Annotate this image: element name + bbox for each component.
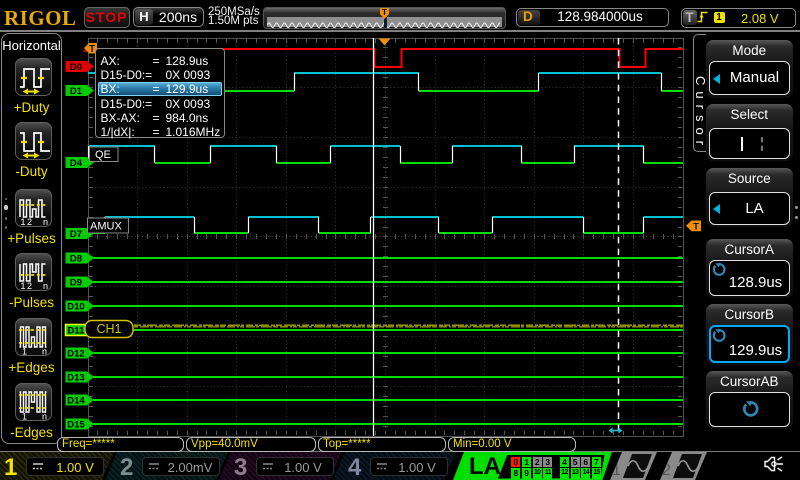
svg-text:D13: D13	[67, 372, 84, 383]
svg-text:CH1: CH1	[96, 322, 121, 336]
svg-text:D9: D9	[70, 277, 82, 288]
svg-text:D15: D15	[67, 419, 85, 430]
svg-text:T: T	[693, 222, 699, 233]
svg-text:AMUX: AMUX	[90, 221, 122, 233]
svg-text:D4: D4	[70, 158, 83, 169]
svg-text:D14: D14	[67, 395, 85, 406]
svg-text:QE: QE	[95, 149, 111, 161]
svg-text:D0: D0	[70, 62, 82, 73]
svg-text:D1: D1	[70, 86, 83, 97]
svg-text:D8: D8	[70, 253, 82, 264]
svg-text:D7: D7	[70, 229, 82, 240]
svg-text:D12: D12	[67, 348, 84, 359]
svg-text:D10: D10	[67, 301, 84, 312]
svg-text:D11: D11	[68, 325, 86, 336]
